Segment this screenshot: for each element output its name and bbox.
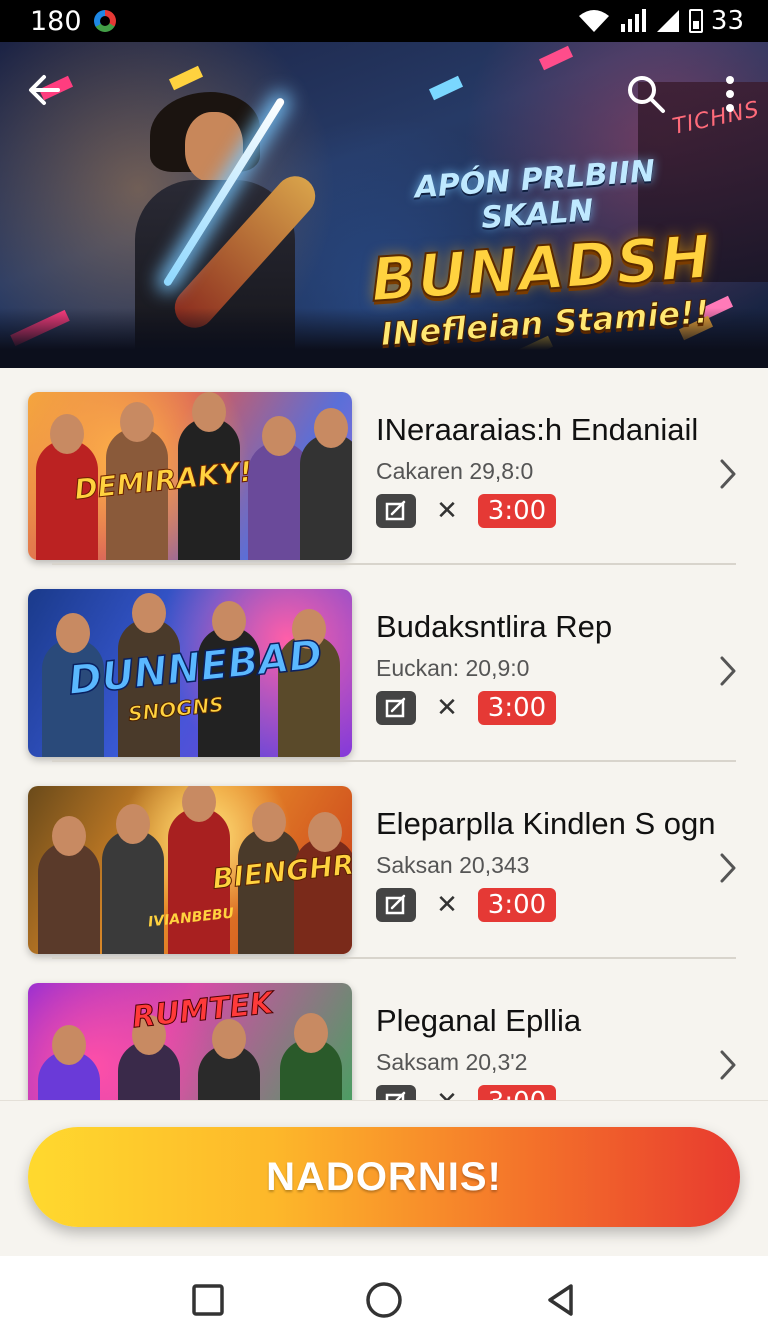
edit-icon [385, 1091, 406, 1100]
status-indicators: 33 [577, 6, 744, 36]
triangle-back-icon [548, 1284, 573, 1316]
close-icon[interactable]: ✕ [430, 888, 464, 922]
close-icon[interactable]: ✕ [430, 494, 464, 528]
character [300, 408, 352, 560]
home-button[interactable] [354, 1270, 414, 1330]
more-vertical-icon [726, 76, 734, 112]
duration-badge: 3:00 [478, 888, 556, 922]
character [38, 1025, 100, 1100]
song-thumbnail[interactable]: DEMIRAKY! [28, 392, 352, 560]
song-meta: ✕ 3:00 [376, 494, 556, 528]
confetti [538, 45, 574, 71]
more-options-button[interactable] [706, 70, 754, 118]
system-nav-bar [0, 1256, 768, 1344]
song-meta: ✕ 3:00 [376, 691, 556, 725]
song-subtitle: Saksam 20,3'2 [376, 1049, 528, 1075]
thumbnail-logo: RUMTEK [130, 985, 275, 1036]
close-icon[interactable]: ✕ [430, 1085, 464, 1100]
battery-level: 33 [710, 6, 744, 36]
close-icon[interactable]: ✕ [430, 691, 464, 725]
recents-button[interactable] [178, 1270, 238, 1330]
song-title: Budaksntlira Rep [376, 609, 613, 644]
list-item[interactable]: DUNNEBAD SNOGNS Budaksntlira Rep Euckan:… [0, 565, 768, 762]
song-subtitle: Saksan 20,343 [376, 852, 530, 878]
song-title: Pleganal Epllia [376, 1003, 582, 1038]
duration-badge: 3:00 [478, 691, 556, 725]
arrow-left-icon [29, 75, 60, 105]
edit-icon [385, 894, 406, 915]
status-time: 180 [30, 5, 82, 37]
edit-button[interactable] [376, 691, 416, 725]
song-list: DEMIRAKY! INeraaraias:h Endaniail Cakare… [0, 368, 768, 1100]
song-title: INeraaraias:h Endaniail [376, 412, 699, 447]
song-meta: ✕ 3:00 [376, 1085, 556, 1100]
edit-icon [385, 697, 406, 718]
app-notification-icon [93, 10, 116, 32]
character [118, 1015, 180, 1100]
hero-title-block: APÓN PRLBIIN SKALN BUNADSH INefleian Sta… [354, 150, 726, 355]
edit-icon [385, 500, 406, 521]
chevron-right-icon[interactable] [712, 454, 744, 494]
song-title: Eleparplla Kindlen S ogn [376, 806, 716, 841]
song-thumbnail[interactable]: BIENGHRN IVIANBEBU [28, 786, 352, 954]
song-subtitle: Euckan: 20,9:0 [376, 655, 530, 681]
song-thumbnail[interactable]: DUNNEBAD SNOGNS [28, 589, 352, 757]
back-nav-button[interactable] [530, 1270, 590, 1330]
square-icon [192, 1284, 224, 1316]
chevron-right-icon[interactable] [712, 848, 744, 888]
character [198, 1019, 260, 1100]
duration-badge: 3:00 [478, 494, 556, 528]
status-bar: 180 33 [0, 0, 768, 42]
song-thumbnail[interactable]: RUMTEK [28, 983, 352, 1100]
character [102, 804, 164, 954]
chevron-right-icon[interactable] [712, 1045, 744, 1085]
primary-cta-button[interactable]: NADORNIS! [28, 1127, 740, 1227]
search-button[interactable] [622, 70, 670, 118]
signal-icon [620, 9, 646, 32]
confetti [168, 65, 204, 91]
character [280, 1013, 342, 1100]
cta-container: NADORNIS! [0, 1100, 768, 1256]
search-icon [628, 76, 665, 113]
list-item[interactable]: BIENGHRN IVIANBEBU Eleparplla Kindlen S … [0, 762, 768, 959]
list-item[interactable]: DEMIRAKY! INeraaraias:h Endaniail Cakare… [0, 368, 768, 565]
wifi-icon [578, 10, 609, 32]
confetti [428, 75, 464, 101]
character [38, 816, 100, 954]
signal-strength-icon [656, 10, 679, 32]
chevron-right-icon[interactable] [712, 651, 744, 691]
back-button[interactable] [20, 66, 68, 114]
list-item[interactable]: RUMTEK Pleganal Epllia Saksam 20,3'2 ✕ 3… [0, 959, 768, 1100]
battery-icon [688, 9, 703, 33]
edit-button[interactable] [376, 494, 416, 528]
duration-badge: 3:00 [478, 1085, 556, 1100]
song-meta: ✕ 3:00 [376, 888, 556, 922]
edit-button[interactable] [376, 888, 416, 922]
edit-button[interactable] [376, 1085, 416, 1100]
circle-icon [366, 1282, 402, 1318]
song-subtitle: Cakaren 29,8:0 [376, 458, 534, 484]
